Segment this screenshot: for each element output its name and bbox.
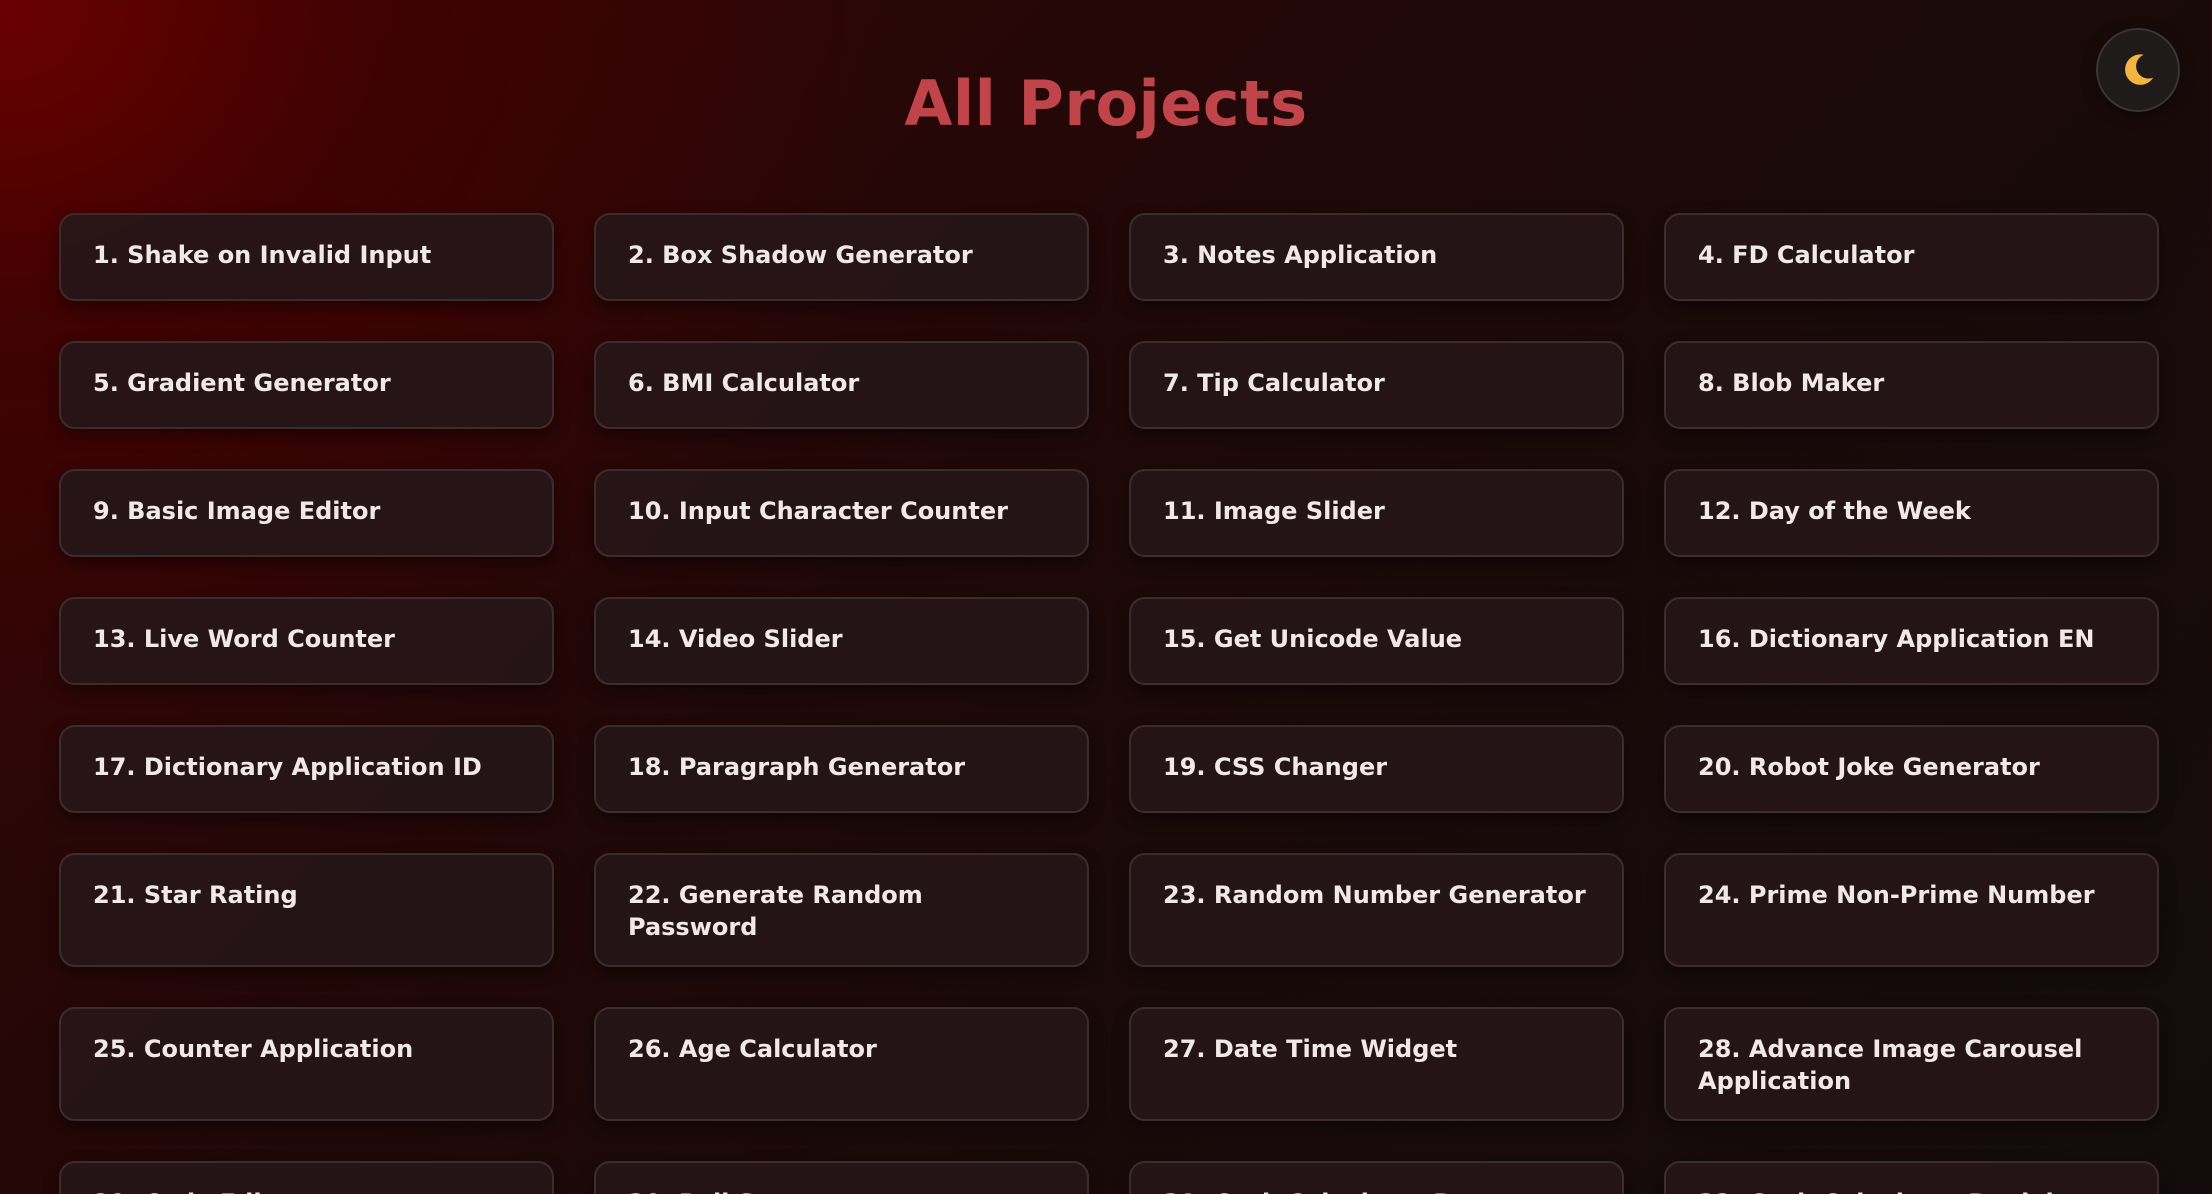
project-card[interactable]: 22. Generate Random Password [594, 853, 1089, 967]
project-card[interactable]: 14. Video Slider [594, 597, 1089, 685]
project-card[interactable]: 6. BMI Calculator [594, 341, 1089, 429]
project-card[interactable]: 1. Shake on Invalid Input [59, 213, 554, 301]
page-title: All Projects [904, 67, 1308, 140]
project-card[interactable]: 3. Notes Application [1129, 213, 1624, 301]
project-card[interactable]: 5. Gradient Generator [59, 341, 554, 429]
project-card[interactable]: 13. Live Word Counter [59, 597, 554, 685]
project-card[interactable]: 19. CSS Changer [1129, 725, 1624, 813]
project-card[interactable]: 12. Day of the Week [1664, 469, 2159, 557]
project-card[interactable]: 4. FD Calculator [1664, 213, 2159, 301]
project-card[interactable]: 10. Input Character Counter [594, 469, 1089, 557]
project-card[interactable]: 25. Counter Application [59, 1007, 554, 1121]
project-card[interactable]: 26. Age Calculator [594, 1007, 1089, 1121]
project-card[interactable]: 23. Random Number Generator [1129, 853, 1624, 967]
project-card[interactable]: 30. Poll System [594, 1161, 1089, 1194]
project-card[interactable]: 16. Dictionary Application EN [1664, 597, 2159, 685]
project-card[interactable]: 7. Tip Calculator [1129, 341, 1624, 429]
project-card[interactable]: 9. Basic Image Editor [59, 469, 554, 557]
project-card[interactable]: 21. Star Rating [59, 853, 554, 967]
project-card[interactable]: 27. Date Time Widget [1129, 1007, 1624, 1121]
project-card[interactable]: 24. Prime Non-Prime Number [1664, 853, 2159, 967]
project-card[interactable]: 8. Blob Maker [1664, 341, 2159, 429]
project-card[interactable]: 32. Cash Calculator Rupiah [1664, 1161, 2159, 1194]
project-card[interactable]: 2. Box Shadow Generator [594, 213, 1089, 301]
project-card[interactable]: 20. Robot Joke Generator [1664, 725, 2159, 813]
project-card[interactable]: 29. Code Editor [59, 1161, 554, 1194]
project-card[interactable]: 31. Cash Calculator Rupee [1129, 1161, 1624, 1194]
project-card[interactable]: 17. Dictionary Application ID [59, 725, 554, 813]
project-card[interactable]: 18. Paragraph Generator [594, 725, 1089, 813]
project-card[interactable]: 11. Image Slider [1129, 469, 1624, 557]
projects-grid: 1. Shake on Invalid Input 2. Box Shadow … [59, 213, 2159, 1194]
project-card[interactable]: 15. Get Unicode Value [1129, 597, 1624, 685]
project-card[interactable]: 28. Advance Image Carousel Application [1664, 1007, 2159, 1121]
